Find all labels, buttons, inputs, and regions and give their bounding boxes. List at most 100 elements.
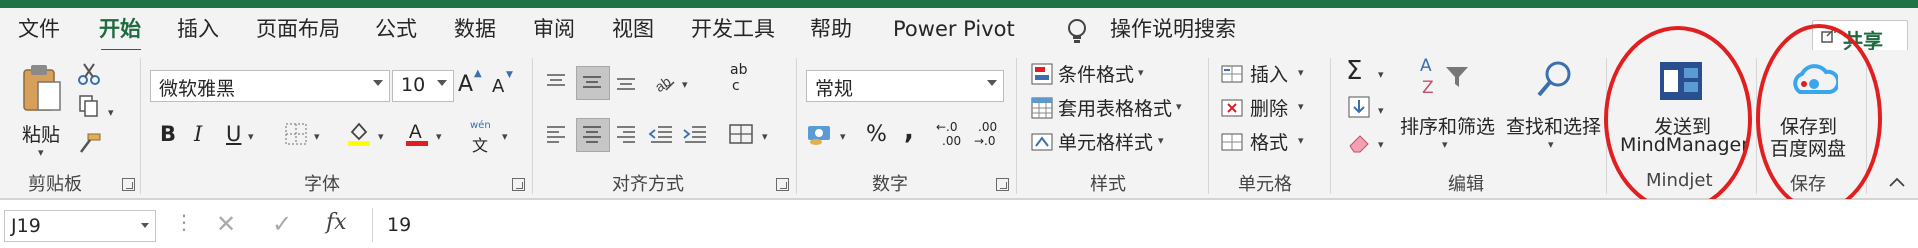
formula-input[interactable]: 19	[372, 208, 1918, 242]
accounting-format-icon[interactable]	[806, 122, 834, 146]
fill-color-dropdown-caret[interactable]: ▾	[378, 130, 384, 143]
underline-button[interactable]: U	[226, 122, 241, 146]
borders-dropdown-caret[interactable]: ▾	[314, 130, 320, 143]
tab-file[interactable]: 文件	[18, 16, 60, 42]
cut-icon[interactable]	[78, 62, 100, 86]
tab-help[interactable]: 帮助	[810, 16, 852, 42]
formula-bar-grip-icon: ⋮	[174, 210, 194, 234]
decrease-decimal-button[interactable]: .00 →.0	[974, 120, 1006, 152]
copy-dropdown-caret[interactable]: ▾	[108, 106, 114, 119]
insert-function-button[interactable]: fx	[326, 210, 347, 235]
clipboard-dialog-launcher[interactable]	[122, 178, 135, 191]
number-format-combo[interactable]: 常规	[806, 70, 1004, 102]
wrap-text-button[interactable]: ab c	[728, 62, 758, 96]
orientation-dropdown-caret[interactable]: ▾	[682, 78, 688, 91]
tab-formulas[interactable]: 公式	[375, 16, 417, 42]
increase-decimal-button[interactable]: ←.0 .00	[936, 120, 968, 152]
lightbulb-icon	[1068, 19, 1086, 43]
autosum-button[interactable]: Σ	[1346, 56, 1362, 86]
alignment-group-label: 对齐方式	[612, 174, 684, 195]
tab-data[interactable]: 数据	[454, 16, 496, 42]
font-color-icon[interactable]: A	[404, 120, 430, 146]
fill-down-icon[interactable]	[1346, 94, 1372, 120]
name-box-dropdown-arrow	[141, 223, 149, 228]
increase-indent-icon[interactable]	[682, 122, 708, 146]
tell-me-search[interactable]: 操作说明搜索	[1110, 16, 1236, 42]
title-accent-bar	[0, 0, 1918, 8]
delete-cells-icon	[1221, 99, 1243, 117]
conditional-formatting-icon	[1031, 63, 1053, 85]
merge-center-icon[interactable]	[728, 122, 754, 146]
number-group-label: 数字	[872, 174, 908, 195]
align-center-icon	[583, 126, 601, 143]
tab-power-pivot[interactable]: Power Pivot	[893, 16, 1015, 42]
svg-text:ab: ab	[652, 73, 674, 94]
highlight-circle-save	[1756, 24, 1882, 212]
align-right-icon[interactable]	[614, 122, 638, 146]
clear-dropdown-caret[interactable]: ▾	[1378, 138, 1384, 151]
shrink-font-arrow-icon: ▼	[506, 70, 513, 80]
borders-icon[interactable]	[284, 122, 308, 146]
cells-group-label: 单元格	[1238, 174, 1292, 195]
format-cells-button[interactable]: 格式 ▾	[1220, 128, 1320, 158]
cell-styles-icon	[1031, 133, 1053, 151]
number-format-dropdown-arrow	[987, 80, 997, 86]
tab-developer[interactable]: 开发工具	[691, 16, 775, 42]
bold-button[interactable]: B	[160, 122, 176, 146]
fill-dropdown-caret[interactable]: ▾	[1378, 104, 1384, 117]
insert-cells-icon	[1221, 65, 1243, 83]
delete-cells-button[interactable]: 删除 ▾	[1220, 94, 1320, 124]
fill-color-icon[interactable]	[346, 120, 372, 146]
grow-font-button[interactable]: A	[458, 72, 473, 97]
format-as-table-icon	[1031, 97, 1053, 119]
confirm-entry-icon[interactable]: ✓	[272, 210, 292, 238]
cell-styles-button[interactable]: 单元格样式 ▾	[1030, 128, 1202, 158]
phonetic-dropdown-caret[interactable]: ▾	[502, 130, 508, 143]
find-magnifier-icon	[1537, 61, 1571, 97]
phonetic-guide-button[interactable]: wén 文	[466, 120, 500, 155]
sort-filter-button[interactable]: A Z 排序和筛选 ▾	[1400, 56, 1496, 166]
group-divider	[1330, 58, 1331, 194]
font-color-dropdown-caret[interactable]: ▾	[436, 130, 442, 143]
orientation-icon[interactable]: ab	[652, 68, 678, 94]
font-name-dropdown-arrow	[373, 80, 383, 86]
format-as-table-button[interactable]: 套用表格格式 ▾	[1030, 94, 1202, 124]
italic-button[interactable]: I	[194, 122, 202, 146]
percent-style-button[interactable]: %	[866, 122, 887, 147]
find-select-button[interactable]: 查找和选择 ▾	[1506, 56, 1602, 166]
alignment-dialog-launcher[interactable]	[776, 178, 789, 191]
decrease-indent-icon[interactable]	[648, 122, 674, 146]
font-size-combo[interactable]: 10	[392, 70, 454, 102]
name-box[interactable]: J19	[4, 210, 156, 242]
styles-group-label: 样式	[1090, 174, 1126, 195]
tab-insert[interactable]: 插入	[177, 16, 219, 42]
paste-button[interactable]: 粘贴 ▾	[14, 60, 76, 160]
tab-page-layout[interactable]: 页面布局	[256, 16, 340, 42]
cancel-entry-icon[interactable]: ✕	[216, 210, 236, 238]
align-bottom-icon[interactable]	[614, 70, 638, 94]
align-left-icon[interactable]	[544, 122, 568, 146]
group-divider	[532, 58, 533, 194]
copy-icon[interactable]	[78, 94, 100, 118]
autosum-dropdown-caret[interactable]: ▾	[1378, 68, 1384, 81]
accounting-dropdown-caret[interactable]: ▾	[840, 130, 846, 143]
tab-view[interactable]: 视图	[612, 16, 654, 42]
font-dialog-launcher[interactable]	[512, 178, 525, 191]
collapse-ribbon-icon[interactable]	[1888, 176, 1906, 188]
font-name-combo[interactable]: 微软雅黑	[150, 70, 390, 102]
shrink-font-button[interactable]: A	[492, 76, 504, 97]
clear-icon[interactable]	[1346, 130, 1372, 154]
number-dialog-launcher[interactable]	[996, 178, 1009, 191]
format-painter-icon[interactable]	[78, 132, 102, 154]
tab-review[interactable]: 审阅	[533, 16, 575, 42]
svg-text:A: A	[409, 122, 422, 143]
highlight-circle-mindjet	[1604, 26, 1752, 212]
insert-cells-button[interactable]: 插入 ▾	[1220, 60, 1320, 90]
underline-dropdown-caret[interactable]: ▾	[248, 130, 254, 143]
conditional-formatting-button[interactable]: 条件格式 ▾	[1030, 60, 1202, 90]
align-top-icon[interactable]	[544, 70, 568, 94]
tab-home[interactable]: 开始	[99, 16, 141, 42]
grow-font-arrow-icon: ▲	[474, 68, 482, 79]
comma-style-button[interactable]: ,	[904, 116, 914, 146]
merge-dropdown-caret[interactable]: ▾	[762, 130, 768, 143]
